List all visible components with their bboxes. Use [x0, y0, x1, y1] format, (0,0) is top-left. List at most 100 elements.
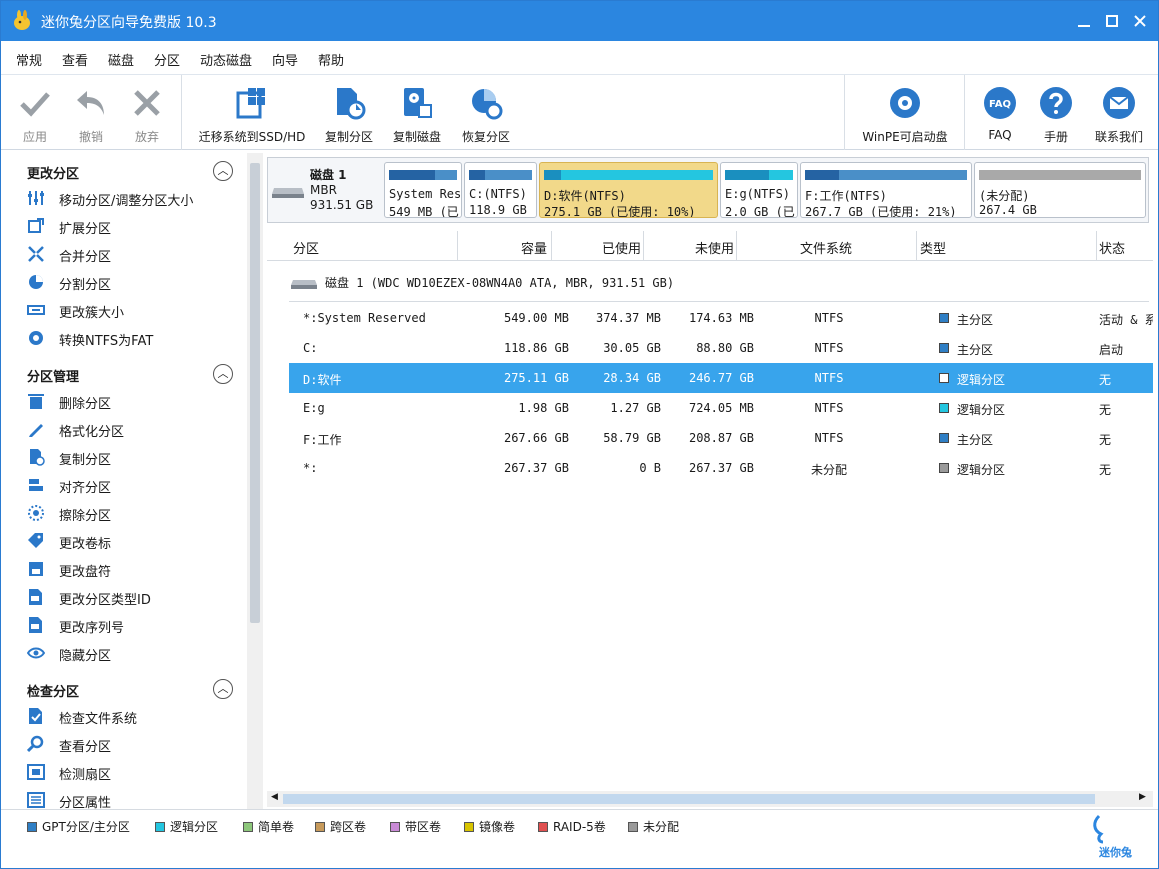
- undo-icon: [77, 91, 104, 115]
- menu-view[interactable]: 查看: [62, 50, 88, 69]
- usage-bar: [979, 170, 1141, 180]
- discard-button[interactable]: 放弃: [127, 85, 167, 145]
- menu-dynamic-disk[interactable]: 动态磁盘: [200, 50, 252, 69]
- disk-type: MBR: [310, 183, 337, 197]
- sidebar-scrollbar[interactable]: [247, 153, 263, 809]
- column-divider[interactable]: [551, 231, 552, 261]
- cell-fs: NTFS: [814, 311, 844, 325]
- action-partition-properties[interactable]: 分区属性: [27, 789, 237, 809]
- column-header-partition[interactable]: 分区: [293, 238, 319, 257]
- table-row[interactable]: *: 267.37 GB 0 B 267.37 GB 未分配 逻辑分区无: [289, 453, 1153, 483]
- column-divider[interactable]: [1096, 231, 1097, 261]
- column-header-type[interactable]: 类型: [920, 238, 946, 257]
- legend-item: RAID-5卷: [538, 818, 606, 835]
- column-divider[interactable]: [736, 231, 737, 261]
- copy-disk-button[interactable]: 复制磁盘: [389, 85, 445, 145]
- action-change-serial[interactable]: 更改序列号: [27, 614, 237, 636]
- collapse-section-button[interactable]: ︿: [213, 679, 233, 699]
- app-window: 迷你兔分区向导免费版 10.3 常规 查看 磁盘 分区 动态磁盘 向导 帮助 应…: [0, 0, 1159, 869]
- column-header-used[interactable]: 已使用: [602, 238, 641, 257]
- contact-us-button[interactable]: 联系我们: [1091, 85, 1147, 145]
- action-wipe-partition[interactable]: 擦除分区: [27, 502, 237, 524]
- help-question-icon: [1040, 87, 1072, 119]
- action-merge-partition[interactable]: 合并分区: [27, 243, 237, 265]
- action-convert-ntfs-fat[interactable]: 转换NTFS为FAT: [27, 327, 237, 349]
- cell-unused: 246.77 GB: [688, 371, 754, 385]
- menu-disk[interactable]: 磁盘: [108, 50, 134, 69]
- faq-button[interactable]: FAQ FAQ: [979, 85, 1021, 142]
- menu-wizard[interactable]: 向导: [272, 50, 298, 69]
- align-icon: [29, 479, 43, 491]
- action-copy-partition[interactable]: 复制分区: [27, 446, 237, 468]
- scrollbar-thumb[interactable]: [250, 163, 260, 623]
- action-change-cluster-size[interactable]: 更改簇大小: [27, 299, 237, 321]
- menu-help[interactable]: 帮助: [318, 50, 344, 69]
- action-format-partition[interactable]: 格式化分区: [27, 418, 237, 440]
- column-header-unused[interactable]: 未使用: [695, 238, 734, 257]
- manual-button[interactable]: 手册: [1035, 85, 1077, 145]
- disk-map-label[interactable]: 磁盘 1 MBR 931.51 GB: [268, 158, 380, 222]
- action-explore-partition[interactable]: 查看分区: [27, 733, 237, 755]
- table-horizontal-scrollbar[interactable]: ◀ ▶: [267, 791, 1153, 807]
- chevron-up-icon: ︿: [217, 367, 229, 380]
- legend-swatch: [243, 822, 253, 832]
- rabbit-logo-icon: [14, 10, 30, 30]
- action-delete-partition[interactable]: 删除分区: [27, 390, 237, 412]
- disk-segment-unallocated[interactable]: (未分配) 267.4 GB: [974, 162, 1146, 218]
- scroll-left-icon[interactable]: ◀: [271, 792, 278, 802]
- disk-segment-e[interactable]: E:g(NTFS) 2.0 GB (已: [720, 162, 798, 218]
- action-change-label[interactable]: 更改卷标: [27, 530, 237, 552]
- table-row[interactable]: F:工作 267.66 GB 58.79 GB 208.87 GB NTFS 主分区无: [289, 423, 1153, 453]
- cell-fs: NTFS: [814, 341, 844, 355]
- winpe-bootable-button[interactable]: WinPE可启动盘: [859, 85, 951, 145]
- cell-partition: D:软件: [303, 373, 342, 387]
- cell-partition: *:: [303, 461, 318, 475]
- disk-segment-system-reserved[interactable]: System Res 549 MB (已: [384, 162, 462, 218]
- action-move-resize[interactable]: 移动分区/调整分区大小: [27, 187, 237, 209]
- scrollbar-thumb[interactable]: [283, 794, 1095, 804]
- legend-label: 镜像卷: [479, 820, 516, 834]
- column-divider[interactable]: [643, 231, 644, 261]
- action-extend-partition[interactable]: 扩展分区: [27, 215, 237, 237]
- action-hide-partition[interactable]: 隐藏分区: [27, 642, 237, 664]
- close-button[interactable]: [1128, 9, 1152, 33]
- column-divider[interactable]: [457, 231, 458, 261]
- cell-fs: NTFS: [814, 401, 844, 415]
- action-split-partition[interactable]: 分割分区: [27, 271, 237, 293]
- action-align-partition[interactable]: 对齐分区: [27, 474, 237, 496]
- disk-segment-c[interactable]: C:(NTFS) 118.9 GB: [464, 162, 537, 218]
- brand-name: 迷你兔: [1099, 846, 1132, 859]
- table-row[interactable]: C: 118.86 GB 30.05 GB 88.80 GB NTFS 主分区 启动: [289, 333, 1153, 363]
- action-change-type-id[interactable]: 更改分区类型ID: [27, 586, 237, 608]
- table-row[interactable]: D:软件 275.11 GB 28.34 GB 246.77 GB NTFS 逻辑分区无: [289, 363, 1153, 393]
- collapse-section-button[interactable]: ︿: [213, 161, 233, 181]
- copy-partition-button[interactable]: 复制分区: [321, 85, 377, 145]
- table-row[interactable]: *:System Reserved 549.00 MB 374.37 MB 174.6…: [289, 303, 1153, 333]
- menu-general[interactable]: 常规: [16, 50, 42, 69]
- column-header-file-system[interactable]: 文件系统: [800, 238, 852, 257]
- disk-segment-d[interactable]: D:软件(NTFS) 275.1 GB (已使用: 10%): [539, 162, 718, 218]
- recover-partition-button[interactable]: 恢复分区: [458, 85, 514, 145]
- apply-button[interactable]: 应用: [15, 85, 55, 145]
- check-file-icon: [29, 708, 42, 724]
- column-header-status[interactable]: 状态: [1099, 238, 1125, 257]
- migrate-os-button[interactable]: 迁移系统到SSD/HD: [197, 85, 307, 145]
- disk-segment-f[interactable]: F:工作(NTFS) 267.7 GB (已使用: 21%): [800, 162, 972, 218]
- type-color-swatch: [939, 373, 949, 383]
- undo-button[interactable]: 撤销: [71, 85, 111, 145]
- column-divider[interactable]: [916, 231, 917, 261]
- collapse-section-button[interactable]: ︿: [213, 364, 233, 384]
- minimize-button[interactable]: [1072, 9, 1096, 33]
- action-check-file-system[interactable]: 检查文件系统: [27, 705, 237, 727]
- action-change-drive-letter[interactable]: 更改盘符: [27, 558, 237, 580]
- maximize-button[interactable]: [1100, 9, 1124, 33]
- legend-swatch: [538, 822, 548, 832]
- scroll-right-icon[interactable]: ▶: [1139, 792, 1146, 802]
- menu-partition[interactable]: 分区: [154, 50, 180, 69]
- action-surface-test[interactable]: 检测扇区: [27, 761, 237, 783]
- title-bar[interactable]: 迷你兔分区向导免费版 10.3: [1, 1, 1158, 41]
- legend-label: GPT分区/主分区: [42, 820, 130, 834]
- table-row[interactable]: E:g 1.98 GB 1.27 GB 724.05 MB NTFS 逻辑分区无: [289, 393, 1153, 423]
- column-header-capacity[interactable]: 容量: [521, 238, 547, 257]
- cell-type: 逻辑分区: [957, 463, 1006, 477]
